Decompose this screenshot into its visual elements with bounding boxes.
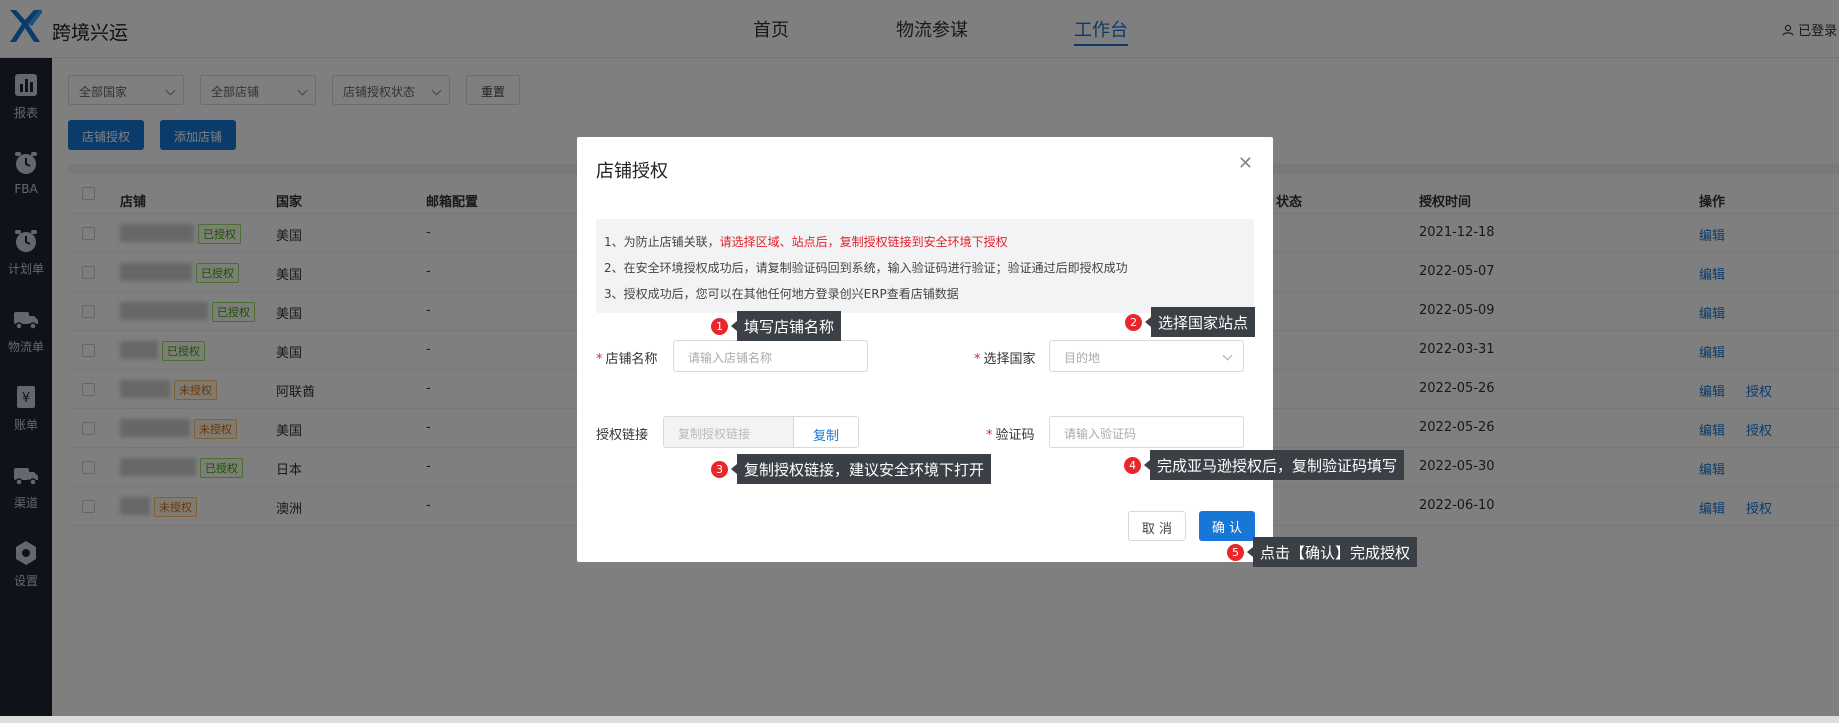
country-select[interactable]: 目的地: [1049, 340, 1244, 372]
shop-name-label: * 店铺名称: [596, 352, 658, 367]
country-label: * 选择国家: [974, 352, 1036, 367]
confirm-button[interactable]: 确 认: [1199, 511, 1255, 541]
auth-link-label: 授权链接: [596, 428, 649, 443]
copy-button[interactable]: 复制: [793, 416, 859, 448]
verification-code-input[interactable]: 请输入验证码: [1049, 416, 1244, 448]
dialog-title: 店铺授权: [596, 161, 668, 182]
notice-line-1: 1、为防止店铺关联，请选择区域、站点后，复制授权链接到安全环境下授权: [604, 235, 1008, 249]
close-icon[interactable]: ✕: [1238, 153, 1253, 174]
verification-code-label: * 验证码: [986, 428, 1035, 443]
notice-line-2: 2、在安全环境授权成功后，请复制验证码回到系统，输入验证码进行验证；验证通过后即…: [604, 261, 1128, 275]
notice-line-3: 3、授权成功后，您可以在其他任何地方登录创兴ERP查看店铺数据: [604, 287, 959, 301]
auth-link-field[interactable]: 复制授权链接: [663, 416, 793, 448]
page-bottom-edge: [0, 716, 1839, 723]
shop-name-input[interactable]: 请输入店铺名称: [673, 340, 868, 372]
chevron-down-icon: [1222, 350, 1233, 361]
notice-box: 1、为防止店铺关联，请选择区域、站点后，复制授权链接到安全环境下授权 2、在安全…: [596, 219, 1254, 313]
shop-authorize-dialog: 店铺授权 ✕ 1、为防止店铺关联，请选择区域、站点后，复制授权链接到安全环境下授…: [577, 137, 1273, 562]
cancel-button[interactable]: 取 消: [1128, 511, 1186, 541]
